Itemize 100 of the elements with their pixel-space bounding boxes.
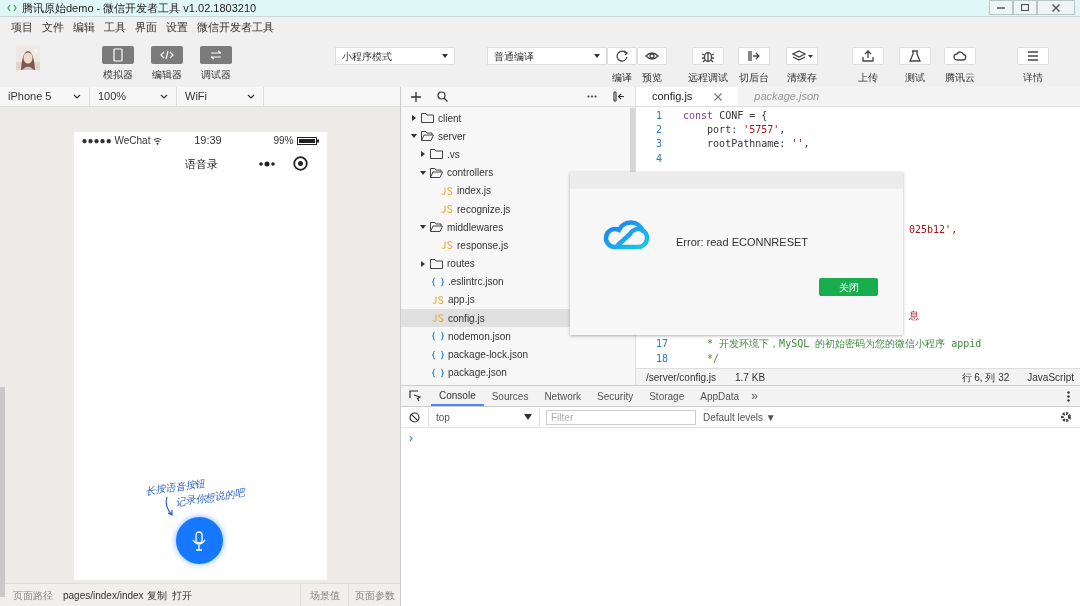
file-tree-item[interactable]: .vs bbox=[401, 145, 629, 164]
file-tree-item[interactable]: middlewares bbox=[401, 218, 629, 237]
copy-link[interactable]: 复制 bbox=[146, 587, 167, 603]
file-tree-item[interactable]: server bbox=[401, 127, 629, 146]
line-number: 3 bbox=[655, 137, 664, 152]
menu-item[interactable]: 工具 bbox=[104, 18, 126, 36]
more-icon[interactable] bbox=[258, 161, 275, 167]
more-icon[interactable] bbox=[587, 95, 597, 98]
js-file-icon bbox=[441, 241, 453, 250]
close-button[interactable] bbox=[1037, 0, 1075, 15]
menu-item[interactable]: 界面 bbox=[135, 18, 157, 36]
mode-select[interactable]: 小程序模式 bbox=[335, 47, 455, 65]
file-tree-item[interactable]: response.js bbox=[401, 236, 629, 255]
toggle-button[interactable] bbox=[102, 46, 134, 64]
open-folder-icon bbox=[430, 222, 443, 233]
path-label: 页面路径 bbox=[13, 588, 53, 603]
toolbar-button[interactable] bbox=[852, 47, 884, 65]
devtools-tab[interactable]: Sources bbox=[483, 386, 537, 406]
code-fragment: 息 bbox=[909, 308, 919, 323]
toolbar-label: 上传 bbox=[858, 71, 878, 85]
settings-icon[interactable] bbox=[1060, 411, 1072, 423]
line-number: 17 bbox=[655, 337, 670, 352]
filter-field[interactable]: Filter bbox=[546, 409, 696, 425]
caret-icon bbox=[807, 54, 813, 58]
microphone-button[interactable] bbox=[175, 517, 223, 564]
devtools-tab[interactable]: Storage bbox=[641, 386, 693, 406]
eye-icon bbox=[645, 49, 659, 63]
chevron-down-icon bbox=[73, 94, 81, 99]
js-file-icon bbox=[432, 295, 444, 304]
network-select[interactable]: WiFi bbox=[177, 87, 264, 106]
code-line: rootPathname: '', bbox=[706, 137, 810, 152]
file-tree-item[interactable]: app.js bbox=[401, 290, 629, 310]
file-tree-item[interactable]: client bbox=[401, 109, 629, 128]
file-tree-item[interactable]: .eslintrc.json bbox=[401, 272, 629, 291]
toolbar-label: 测试 bbox=[905, 71, 925, 85]
toolbar-button[interactable] bbox=[1017, 47, 1049, 65]
toolbar-button[interactable] bbox=[786, 47, 818, 65]
toolbar-button[interactable] bbox=[637, 47, 667, 65]
restore-button[interactable] bbox=[1013, 0, 1037, 15]
clear-icon[interactable] bbox=[409, 411, 420, 423]
collapse-panel-icon[interactable] bbox=[613, 91, 625, 102]
menu-item[interactable]: 编辑 bbox=[73, 18, 95, 36]
toggle-label: 调试器 bbox=[201, 68, 231, 82]
line-number: 18 bbox=[655, 351, 670, 366]
devtools-tab[interactable]: AppData bbox=[692, 386, 748, 406]
more-tabs-button[interactable]: » bbox=[751, 387, 758, 405]
devtools-tab[interactable]: Console bbox=[431, 386, 484, 406]
toolbar-button[interactable] bbox=[899, 47, 931, 65]
chevron-down-icon bbox=[247, 94, 255, 99]
toggle-button[interactable] bbox=[200, 46, 232, 64]
layers-icon bbox=[791, 49, 806, 63]
file-tree-item[interactable]: recognize.js bbox=[401, 199, 629, 219]
file-tree-item[interactable]: index.js bbox=[401, 181, 629, 200]
toggle-label: 模拟器 bbox=[103, 68, 133, 82]
context-select[interactable]: top bbox=[428, 408, 540, 426]
close-icon[interactable] bbox=[714, 92, 723, 101]
file-tree-item[interactable]: nodemon.json bbox=[401, 327, 629, 346]
toolbar-button[interactable] bbox=[944, 47, 976, 65]
menu-icon bbox=[1026, 49, 1040, 63]
kebab-menu-icon[interactable] bbox=[1067, 390, 1070, 402]
inspect-icon[interactable] bbox=[409, 390, 421, 402]
bug-icon bbox=[701, 49, 715, 63]
cloud-icon bbox=[953, 49, 967, 63]
minimize-button[interactable] bbox=[989, 0, 1013, 15]
console-prompt: › bbox=[409, 430, 414, 447]
devtools-tab[interactable]: Network bbox=[536, 386, 590, 406]
toolbar-button[interactable] bbox=[692, 47, 724, 65]
record-icon[interactable] bbox=[292, 156, 308, 171]
devtools-tab[interactable]: Security bbox=[589, 386, 642, 406]
toolbar-label: 清缓存 bbox=[787, 71, 817, 85]
battery-text: 99% bbox=[273, 134, 294, 148]
file-tree-item[interactable]: routes bbox=[401, 254, 629, 273]
toolbar-label: 腾讯云 bbox=[945, 71, 975, 85]
compile-select[interactable]: 普通编译 bbox=[487, 47, 607, 65]
battery-icon bbox=[296, 136, 319, 145]
device-select[interactable]: iPhone 5 bbox=[0, 87, 90, 106]
line-number: 1 bbox=[655, 108, 664, 123]
menu-item[interactable]: 文件 bbox=[42, 18, 64, 36]
file-tree-item[interactable]: controllers bbox=[401, 163, 629, 182]
open-folder-icon bbox=[430, 167, 443, 178]
toolbar-button[interactable] bbox=[738, 47, 770, 65]
zoom-select[interactable]: 100% bbox=[90, 87, 177, 106]
menu-item[interactable]: 项目 bbox=[11, 18, 33, 36]
js-file-icon bbox=[432, 314, 444, 323]
search-icon[interactable] bbox=[437, 91, 448, 102]
editor-tab[interactable]: config.js bbox=[636, 87, 739, 106]
menu-item[interactable]: 设置 bbox=[166, 18, 188, 36]
open-link[interactable]: 打开 bbox=[171, 587, 192, 603]
levels-select[interactable]: Default levels ▼ bbox=[703, 409, 776, 425]
plus-icon[interactable] bbox=[411, 91, 421, 102]
page-path: pages/index/index bbox=[63, 588, 144, 603]
toolbar-button[interactable] bbox=[607, 47, 637, 65]
code-fragment: 025b12', bbox=[909, 223, 958, 238]
error-message: Error: read ECONNRESET bbox=[676, 235, 809, 250]
toggle-button[interactable] bbox=[151, 46, 183, 64]
window-title: 腾讯原始demo - 微信开发者工具 v1.02.1803210 bbox=[22, 0, 257, 16]
close-icon bbox=[1052, 3, 1060, 12]
menu-item[interactable]: 微信开发者工具 bbox=[197, 18, 274, 36]
file-tree-item[interactable]: package.json bbox=[401, 363, 629, 382]
file-tree-item[interactable]: package-lock.json bbox=[401, 345, 629, 364]
